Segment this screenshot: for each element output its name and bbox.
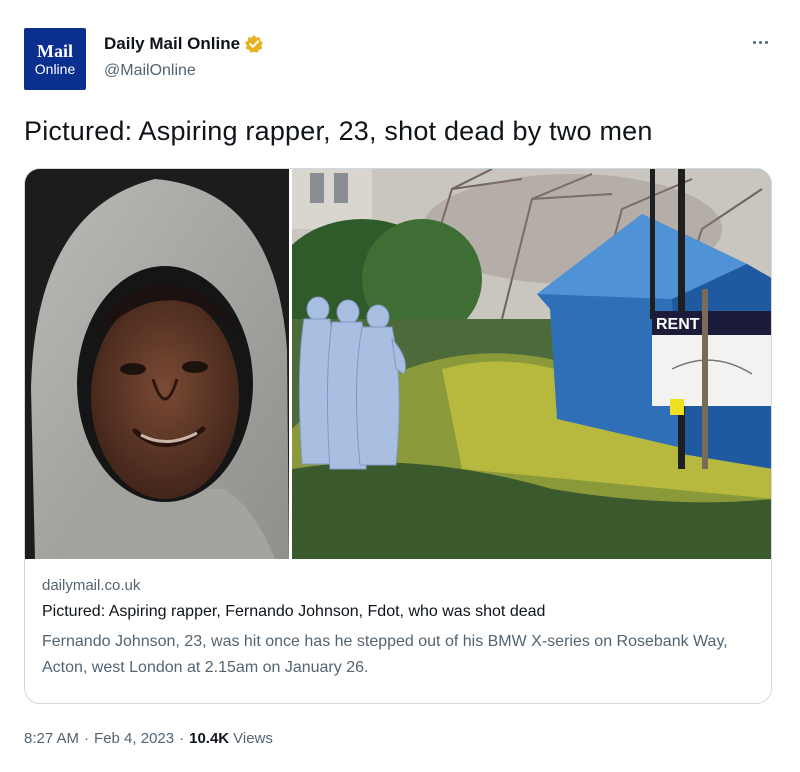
avatar-logo-line2: Online <box>34 61 76 77</box>
avatar[interactable]: Mail Online <box>24 28 86 90</box>
crime-scene-photo: RENT <box>292 169 771 559</box>
card-title: Pictured: Aspiring rapper, Fernando John… <box>42 603 546 620</box>
tweet-meta: 8:27 AM · Feb 4, 2023 · 10.4K Views <box>24 730 273 747</box>
card-domain: dailymail.co.uk <box>42 577 141 594</box>
verified-badge-icon[interactable] <box>244 34 264 54</box>
meta-separator: · <box>84 730 90 747</box>
portrait-photo <box>25 169 289 559</box>
tweet-text: Pictured: Aspiring rapper, 23, shot dead… <box>24 116 653 146</box>
views-label: Views <box>233 730 273 747</box>
avatar-logo-line1: Mail <box>37 41 73 61</box>
more-options-icon[interactable] <box>748 30 772 54</box>
card-media[interactable]: RENT <box>25 169 771 559</box>
tweet-date[interactable]: Feb 4, 2023 <box>94 730 174 747</box>
meta-separator: · <box>179 730 185 747</box>
author-handle[interactable]: @MailOnline <box>104 62 196 80</box>
views-count: 10.4K <box>189 730 230 747</box>
tweet-time[interactable]: 8:27 AM <box>24 730 79 747</box>
rent-sign-text: RENT <box>656 316 700 333</box>
link-card[interactable]: RENT dailymail.co.uk Pictured: Aspiring … <box>24 168 772 704</box>
tweet[interactable]: Mail Online Daily Mail Online @MailOnlin… <box>0 0 800 772</box>
author-name-row: Daily Mail Online <box>104 34 264 54</box>
author-display-name[interactable]: Daily Mail Online <box>104 34 240 54</box>
card-description: Fernando Johnson, 23, was hit once has h… <box>42 633 728 676</box>
card-body[interactable]: dailymail.co.uk Pictured: Aspiring rappe… <box>25 559 771 703</box>
